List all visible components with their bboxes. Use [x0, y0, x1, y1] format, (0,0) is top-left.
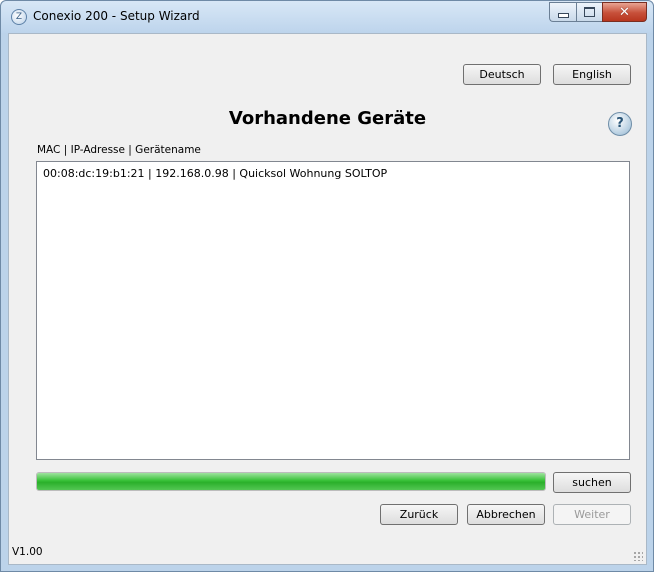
- page-title: Vorhandene Geräte: [228, 108, 427, 129]
- list-item[interactable]: 00:08:dc:19:b1:21 | 192.168.0.98 | Quick…: [43, 167, 387, 180]
- device-list[interactable]: 00:08:dc:19:b1:21 | 192.168.0.98 | Quick…: [36, 161, 630, 460]
- minimize-button[interactable]: [549, 2, 576, 22]
- cancel-button[interactable]: Abbrechen: [467, 504, 545, 525]
- search-progress-bar: [36, 472, 546, 491]
- version-label: V1.00: [12, 546, 43, 558]
- close-button[interactable]: ✕: [602, 2, 647, 22]
- next-button[interactable]: Weiter: [553, 504, 631, 525]
- minimize-icon: [557, 12, 569, 18]
- english-button[interactable]: English: [553, 64, 631, 85]
- window-title: Conexio 200 - Setup Wizard: [33, 9, 200, 23]
- list-column-header: MAC | IP-Adresse | Gerätename: [37, 144, 201, 156]
- help-icon[interactable]: ?: [608, 112, 632, 136]
- progress-fill: [37, 473, 545, 490]
- app-icon[interactable]: Z: [11, 9, 27, 25]
- wizard-content: Deutsch English Vorhandene Geräte ? MAC …: [8, 33, 647, 565]
- deutsch-button[interactable]: Deutsch: [463, 64, 541, 85]
- window-controls: ✕: [549, 2, 647, 22]
- title-bar[interactable]: Z Conexio 200 - Setup Wizard ✕: [1, 1, 653, 33]
- close-icon: ✕: [619, 4, 630, 20]
- search-button[interactable]: suchen: [553, 472, 631, 493]
- maximize-button[interactable]: [576, 2, 602, 22]
- resize-grip-icon[interactable]: [633, 551, 643, 561]
- maximize-icon: [584, 7, 595, 17]
- back-button[interactable]: Zurück: [380, 504, 458, 525]
- setup-wizard-window: Z Conexio 200 - Setup Wizard ✕ Deutsch E…: [0, 0, 654, 572]
